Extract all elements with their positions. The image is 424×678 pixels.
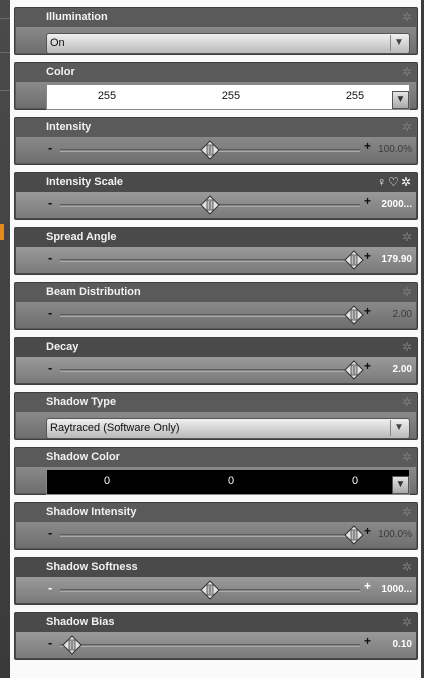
gear-icon[interactable]: ✲ — [401, 286, 413, 298]
color-red-value[interactable]: 255 — [77, 90, 137, 102]
illumination-dropdown[interactable]: On ▼ — [46, 33, 410, 54]
gear-icon[interactable]: ✲ — [401, 231, 413, 243]
increment-button[interactable]: + — [364, 249, 371, 263]
decrement-button[interactable]: - — [48, 360, 52, 375]
color-swatch-field[interactable]: 255 255 255 ▼ — [46, 84, 410, 110]
shadow-type-property: Shadow Type ✲ Raytraced (Software Only) … — [14, 392, 418, 440]
beam-distribution-property: Beam Distribution ✲ - + 2.00 — [14, 282, 418, 330]
decay-property: Decay ✲ - + 2.00 — [14, 337, 418, 385]
shadow-type-value: Raytraced (Software Only) — [50, 422, 180, 434]
shadow-type-dropdown[interactable]: Raytraced (Software Only) ▼ — [46, 418, 410, 439]
color-property: Color ✲ 255 255 255 ▼ — [14, 62, 418, 110]
gear-icon[interactable]: ✲ — [401, 175, 413, 189]
color-label: Color — [46, 66, 75, 78]
slider-value[interactable]: 1000... — [381, 584, 412, 595]
slider-thumb-icon[interactable] — [200, 195, 220, 215]
gear-icon[interactable]: ✲ — [401, 66, 413, 78]
increment-button[interactable]: + — [364, 579, 371, 593]
shadow-type-label: Shadow Type — [46, 396, 117, 408]
shadow-color-green-value[interactable]: 0 — [201, 475, 261, 487]
slider-thumb-icon[interactable] — [344, 360, 364, 380]
decrement-button[interactable]: - — [48, 525, 52, 540]
slider-value[interactable]: 100.0% — [378, 529, 412, 540]
shadow-bias-label: Shadow Bias — [46, 616, 115, 628]
shadow-color-swatch-field[interactable]: 0 0 0 ▼ — [46, 469, 410, 495]
color-blue-value[interactable]: 255 — [325, 90, 385, 102]
illumination-label: Illumination — [46, 11, 108, 23]
spread-angle-label: Spread Angle — [46, 231, 117, 243]
spread-angle-property: Spread Angle ✲ - + 179.90 — [14, 227, 418, 275]
slider-thumb-icon[interactable] — [200, 140, 220, 160]
shadow-color-property: Shadow Color ✲ 0 0 0 ▼ — [14, 447, 418, 495]
slider-value[interactable]: 100.0% — [378, 144, 412, 155]
slider-thumb-icon[interactable] — [200, 580, 220, 600]
slider-thumb-icon[interactable] — [62, 635, 82, 655]
chevron-down-icon[interactable]: ▼ — [390, 420, 407, 436]
gear-icon[interactable]: ✲ — [401, 616, 413, 628]
slider-track[interactable] — [60, 259, 360, 262]
chevron-down-icon[interactable]: ▼ — [390, 35, 407, 51]
chevron-down-icon[interactable]: ▼ — [392, 476, 409, 494]
heart-icon[interactable]: ♡ — [388, 175, 401, 189]
decrement-button[interactable]: - — [48, 140, 52, 155]
illumination-value: On — [50, 37, 65, 49]
illumination-property: Illumination ✲ On ▼ — [14, 7, 418, 55]
gear-icon[interactable]: ✲ — [401, 561, 413, 573]
slider-thumb-icon[interactable] — [344, 305, 364, 325]
gear-icon[interactable]: ✲ — [401, 11, 413, 23]
decrement-button[interactable]: - — [48, 305, 52, 320]
slider-value[interactable]: 2000... — [381, 199, 412, 210]
beam-distribution-label: Beam Distribution — [46, 286, 141, 298]
gear-icon[interactable]: ✲ — [401, 451, 413, 463]
increment-button[interactable]: + — [364, 194, 371, 208]
shadow-color-blue-value[interactable]: 0 — [325, 475, 385, 487]
left-toolbar-strip — [0, 0, 10, 678]
shadow-intensity-label: Shadow Intensity — [46, 506, 137, 518]
slider-track[interactable] — [60, 644, 360, 647]
slider-value[interactable]: 2.00 — [393, 309, 412, 320]
decrement-button[interactable]: - — [48, 250, 52, 265]
shadow-intensity-property: Shadow Intensity ✲ - + 100.0% — [14, 502, 418, 550]
color-green-value[interactable]: 255 — [201, 90, 261, 102]
increment-button[interactable]: + — [364, 139, 371, 153]
shadow-color-red-value[interactable]: 0 — [77, 475, 137, 487]
shadow-softness-property: Shadow Softness ✲ - + 1000... — [14, 557, 418, 605]
slider-thumb-icon[interactable] — [344, 525, 364, 545]
slider-value[interactable]: 0.10 — [393, 639, 412, 650]
gear-icon[interactable]: ✲ — [401, 396, 413, 408]
slider-value[interactable]: 179.90 — [381, 254, 412, 265]
increment-button[interactable]: + — [364, 304, 371, 318]
decrement-button[interactable]: - — [48, 580, 52, 595]
increment-button[interactable]: + — [364, 359, 371, 373]
decrement-button[interactable]: - — [48, 195, 52, 210]
active-tab-marker — [0, 224, 4, 240]
slider-track[interactable] — [60, 534, 360, 537]
chevron-down-icon[interactable]: ▼ — [392, 91, 409, 109]
increment-button[interactable]: + — [364, 524, 371, 538]
intensity-label: Intensity — [46, 121, 92, 133]
shadow-color-label: Shadow Color — [46, 451, 120, 463]
gear-icon[interactable]: ✲ — [401, 341, 413, 353]
decrement-button[interactable]: - — [48, 635, 52, 650]
slider-value[interactable]: 2.00 — [393, 364, 412, 375]
intensity-scale-property: Intensity Scale ♀♡✲ - + 2000... — [14, 172, 418, 220]
increment-button[interactable]: + — [364, 634, 371, 648]
intensity-property: Intensity ✲ - + 100.0% — [14, 117, 418, 165]
gear-icon[interactable]: ✲ — [401, 121, 413, 133]
decay-label: Decay — [46, 341, 79, 353]
slider-track[interactable] — [60, 369, 360, 372]
gear-icon[interactable]: ✲ — [401, 506, 413, 518]
slider-thumb-icon[interactable] — [344, 250, 364, 270]
shadow-softness-label: Shadow Softness — [46, 561, 138, 573]
link-icon[interactable]: ♀ — [377, 175, 388, 189]
intensity-scale-label: Intensity Scale — [46, 176, 124, 188]
shadow-bias-property: Shadow Bias ✲ - + 0.10 — [14, 612, 418, 660]
slider-track[interactable] — [60, 314, 360, 317]
